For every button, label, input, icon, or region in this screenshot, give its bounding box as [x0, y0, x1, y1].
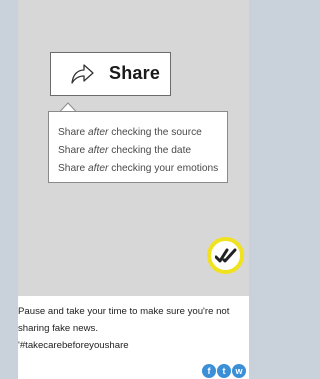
share-label: Share — [109, 63, 161, 83]
share-button-graphic: Share — [50, 52, 171, 96]
share-tips-tooltip: Share after checking the source Share af… — [48, 111, 228, 183]
tip-line-date: Share after checking the date — [58, 145, 192, 156]
tip-line-emotions: Share after checking your emotions — [58, 163, 219, 174]
whatsapp-icon[interactable]: w — [232, 364, 246, 378]
post-image[interactable]: Share Share after checking the source Sh… — [18, 0, 249, 296]
post-caption: Pause and take your time to make sure yo… — [18, 303, 246, 354]
post-card: Share Share after checking the source Sh… — [18, 0, 249, 379]
double-check-icon — [215, 248, 237, 263]
caption-line: sharing fake news. — [18, 323, 98, 334]
twitter-icon[interactable]: t — [217, 364, 231, 378]
caption-hashtag: '#takecarebeforeyoushare — [18, 340, 129, 351]
tip-line-source: Share after checking the source — [58, 127, 202, 138]
caption-line: Pause and take your time to make sure yo… — [18, 306, 230, 317]
double-check-badge — [207, 237, 244, 274]
facebook-icon[interactable]: f — [202, 364, 216, 378]
share-arrow-icon — [71, 64, 94, 84]
